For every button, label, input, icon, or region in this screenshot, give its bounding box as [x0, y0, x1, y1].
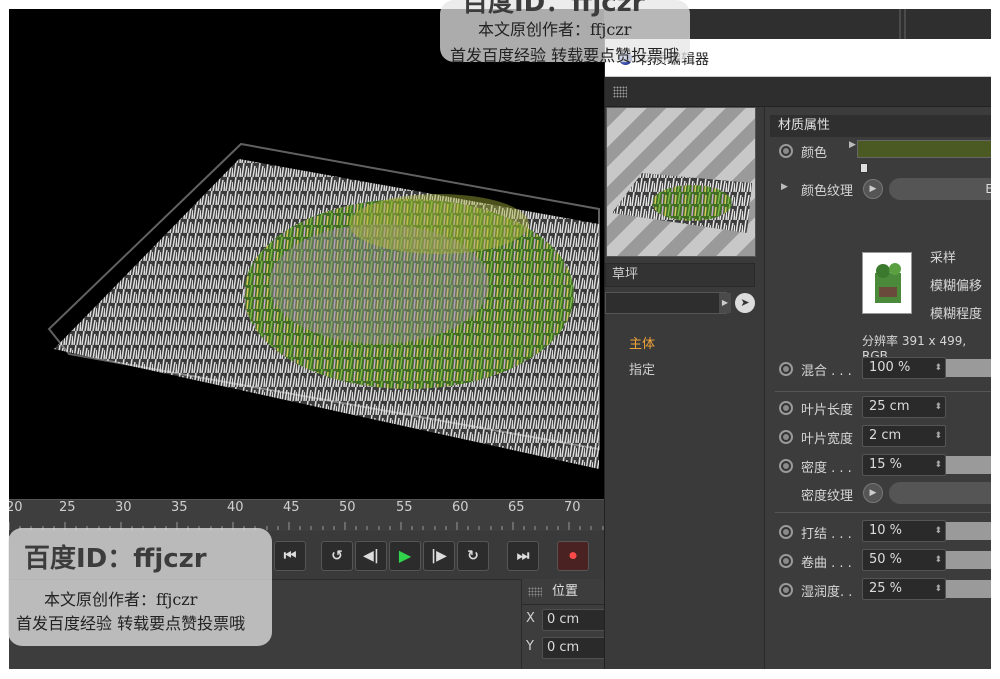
go-to-end-button[interactable]: ⏭ [507, 541, 539, 571]
section-title: 材质属性 [770, 115, 991, 137]
density-label: 密度 . . . [801, 461, 852, 476]
next-frame-button[interactable]: |▶ [423, 541, 455, 571]
material-properties: 材质属性 颜色 ▶ ▶ 颜色纹理 ▶ E:\ 采样 模糊偏移 模糊程度 分辨率 [765, 107, 991, 669]
material-name-field[interactable]: 草坪 [605, 263, 755, 287]
grip-icon[interactable] [613, 86, 627, 98]
sampling-label: 采样 [930, 251, 957, 266]
grass-render [47, 142, 600, 469]
blur-offset-label: 模糊偏移 [930, 279, 983, 294]
timeline-tick: 40 [227, 500, 244, 515]
y-position-field[interactable]: 0 cm [542, 637, 612, 659]
3d-viewport[interactable] [9, 9, 604, 499]
knot-label: 打结 . . . [801, 527, 852, 542]
knot-radio[interactable] [779, 525, 793, 539]
timeline-tick: 30 [115, 500, 132, 515]
humidity-field[interactable]: 25 % ⬍ [862, 578, 946, 600]
go-to-start-button[interactable]: ⏮ [274, 541, 306, 571]
previous-frame-button[interactable]: ◀| [355, 541, 387, 571]
material-sidebar: 草坪 ▶ ➤ 主体 指定 [605, 107, 765, 669]
timeline-tick: 65 [508, 500, 525, 515]
density-field[interactable]: 15 % ⬍ [862, 454, 946, 476]
curl-label: 卷曲 . . . [801, 556, 852, 571]
blade-length-radio[interactable] [779, 401, 793, 415]
y-label: Y [526, 639, 534, 654]
triangle-icon[interactable]: ▶ [781, 182, 788, 192]
nav-item-main[interactable]: 主体 [629, 333, 655, 352]
curl-radio[interactable] [779, 554, 793, 568]
play-button[interactable]: ▶ [389, 541, 421, 571]
x-label: X [526, 611, 535, 626]
humidity-label: 湿润度. . [801, 585, 853, 600]
watermark-author-bottom: 本文原创作者：ffjczr [44, 590, 198, 609]
color-label: 颜色 [801, 146, 828, 161]
curl-slider[interactable] [946, 551, 991, 569]
timeline-tick: 45 [283, 500, 300, 515]
humidity-radio[interactable] [779, 583, 793, 597]
knot-field[interactable]: 10 % ⬍ [862, 520, 946, 542]
blade-length-label: 叶片长度 [801, 403, 854, 418]
timeline-tick: 55 [396, 500, 413, 515]
blade-width-field[interactable]: 2 cm ⬍ [862, 425, 946, 447]
density-texture-menu-button[interactable]: ▶ [863, 483, 883, 503]
material-editor-window: 材质编辑器 草坪 ▶ ➤ 主体 指定 材质属性 颜色 ▶ [604, 39, 991, 669]
blade-width-label: 叶片宽度 [801, 432, 854, 447]
timeline-tick: 35 [171, 500, 188, 515]
previous-key-button[interactable]: ↺ [321, 541, 353, 571]
next-key-button[interactable]: ↻ [457, 541, 489, 571]
grip-icon[interactable] [528, 587, 542, 597]
knot-slider[interactable] [946, 522, 991, 540]
blade-width-radio[interactable] [779, 430, 793, 444]
mix-label: 混合 . . . [801, 364, 852, 379]
density-radio[interactable] [779, 459, 793, 473]
timeline-tick: 60 [452, 500, 469, 515]
mix-enable-radio[interactable] [779, 362, 793, 376]
color-enable-radio[interactable] [779, 144, 793, 158]
curl-field[interactable]: 50 % ⬍ [862, 549, 946, 571]
nav-item-assign[interactable]: 指定 [629, 359, 655, 378]
record-button[interactable]: ⏺ [557, 541, 589, 571]
blade-length-field[interactable]: 25 cm ⬍ [862, 396, 946, 418]
timeline-ruler[interactable]: 20 25 30 35 40 45 50 55 60 65 70 [9, 499, 604, 531]
texture-thumbnail [862, 252, 912, 314]
coordinates-panel: 位置 X 0 cm Y 0 cm [521, 579, 612, 669]
material-editor-toolbar [605, 77, 991, 107]
timeline-tick: 25 [59, 500, 76, 515]
timeline-tick: 50 [339, 500, 356, 515]
watermark-notice-bottom: 首发百度经验 转载要点赞投票哦 [16, 614, 246, 633]
timeline-tick: 70 [564, 500, 581, 515]
texture-menu-button[interactable]: ▶ [863, 179, 883, 199]
watermark-author-top: 本文原创作者：ffjczr [478, 20, 632, 39]
x-position-field[interactable]: 0 cm [542, 609, 612, 631]
density-slider[interactable] [946, 456, 991, 474]
watermark-notice-top: 首发百度经验 转载要点赞投票哦 [450, 46, 680, 65]
density-texture-field[interactable] [889, 482, 991, 504]
triangle-icon[interactable]: ▶ [849, 140, 856, 150]
density-texture-label: 密度纹理 [801, 489, 854, 504]
chevron-right-icon[interactable]: ▶ [719, 293, 731, 313]
color-slider-handle[interactable] [860, 163, 868, 173]
coordinates-title: 位置 [552, 584, 579, 599]
color-swatch[interactable] [857, 140, 991, 158]
mix-slider[interactable] [946, 359, 991, 377]
pointer-icon[interactable]: ➤ [735, 293, 755, 313]
timeline-tick: 20 [9, 500, 23, 515]
grass-preview-icon [612, 173, 752, 233]
watermark-id-bottom: 百度ID：ffjczr [24, 544, 207, 574]
material-dropdown[interactable] [605, 292, 727, 314]
material-preview[interactable] [606, 107, 756, 257]
humidity-slider[interactable] [946, 580, 991, 598]
color-texture-path[interactable]: E:\ [889, 178, 991, 200]
blur-amount-label: 模糊程度 [930, 307, 983, 322]
color-texture-label: 颜色纹理 [801, 184, 854, 199]
texture-thumbnail-icon [875, 263, 901, 303]
mix-field[interactable]: 100 % ⬍ [862, 357, 946, 379]
